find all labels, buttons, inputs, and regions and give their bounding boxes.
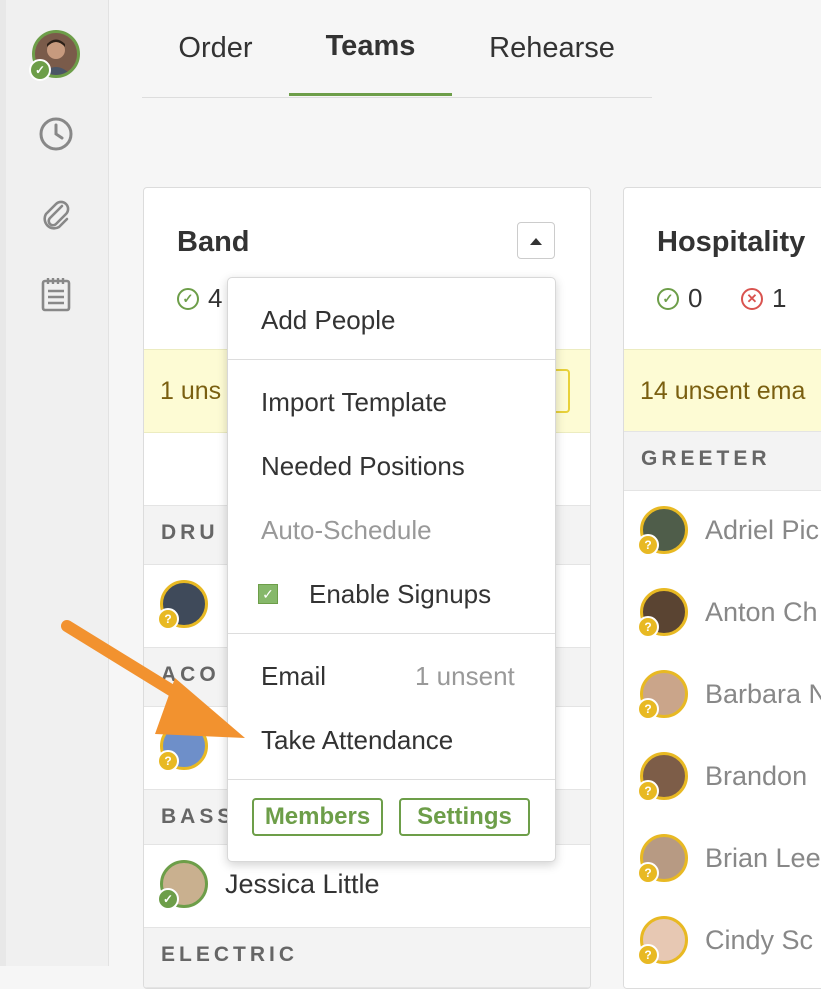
member-name: Brandon: [705, 761, 808, 791]
hospitality-team-card: Hospitality ✓ 0 ✕ 1 14 unsent ema GREETER …: [623, 187, 821, 989]
annotation-arrow-icon: [61, 620, 245, 738]
section-greeter: GREETER: [624, 431, 821, 491]
member-name: Barbara N: [705, 679, 821, 709]
import-template-menu-item[interactable]: Import Template: [261, 387, 447, 418]
add-people-menu-item[interactable]: Add People: [261, 305, 395, 336]
team-title: Band: [177, 226, 250, 258]
take-attendance-menu-item[interactable]: Take Attendance: [261, 725, 453, 756]
pending-question-icon: ?: [637, 862, 659, 884]
section-electric: ELECTRIC: [144, 927, 590, 988]
enable-signups-menu-item[interactable]: Enable Signups: [309, 579, 491, 610]
list-item[interactable]: ? Brian Lee: [624, 819, 821, 902]
list-item[interactable]: ? Barbara N: [624, 655, 821, 738]
declined-count: ✕ 1: [741, 283, 786, 314]
member-name: Adriel Pic: [705, 515, 820, 545]
member-name: Anton Ch: [705, 597, 818, 627]
notes-icon[interactable]: [38, 276, 74, 312]
team-title: Hospitality: [657, 226, 806, 258]
team-menu-toggle[interactable]: [517, 222, 555, 259]
tab-rehearse[interactable]: Rehearse: [452, 0, 652, 96]
unsent-email-banner: 14 unsent ema: [624, 349, 821, 433]
list-item[interactable]: ? Anton Ch: [624, 573, 821, 656]
auto-schedule-menu-item[interactable]: Auto-Schedule: [261, 515, 432, 546]
confirmed-count: ✓ 0: [657, 283, 702, 314]
menu-divider: [228, 359, 555, 360]
paperclip-icon[interactable]: [38, 196, 74, 232]
tab-order[interactable]: Order: [142, 0, 289, 96]
member-name: Jessica Little: [225, 869, 380, 899]
user-avatar[interactable]: ✓: [29, 30, 80, 81]
settings-button[interactable]: Settings: [399, 798, 530, 836]
pending-question-icon: ?: [637, 534, 659, 556]
left-sidebar: ✓: [6, 0, 109, 966]
enable-signups-checkbox[interactable]: ✓: [258, 584, 278, 604]
caret-up-icon: [530, 237, 542, 245]
list-item[interactable]: ? Brandon: [624, 737, 821, 820]
member-name: Cindy Sc: [705, 925, 814, 955]
list-item[interactable]: ? Cindy Sc: [624, 901, 821, 988]
email-unsent-status: 1 unsent: [415, 661, 515, 691]
menu-divider: [228, 779, 555, 780]
team-actions-menu: Add People Import Template Needed Positi…: [227, 277, 556, 862]
members-button[interactable]: Members: [252, 798, 383, 836]
tab-teams[interactable]: Teams: [289, 0, 452, 96]
clock-icon[interactable]: [38, 116, 74, 152]
needed-positions-menu-item[interactable]: Needed Positions: [261, 451, 465, 482]
list-item[interactable]: ? Adriel Pic: [624, 491, 821, 574]
pending-question-icon: ?: [637, 616, 659, 638]
menu-divider: [228, 633, 555, 634]
check-circle-icon: ✓: [177, 287, 199, 310]
plan-tabs: Order Teams Rehearse: [142, 0, 652, 98]
confirmed-count: ✓ 4: [177, 283, 222, 314]
member-name: Brian Lee: [705, 843, 821, 873]
pending-question-icon: ?: [637, 780, 659, 802]
check-circle-icon: ✓: [657, 287, 679, 310]
confirmed-check-icon: ✓: [157, 888, 179, 910]
x-circle-icon: ✕: [741, 287, 763, 310]
pending-question-icon: ?: [637, 698, 659, 720]
email-menu-item[interactable]: Email: [261, 661, 326, 692]
pending-question-icon: ?: [637, 944, 659, 966]
confirmed-check-icon: ✓: [29, 59, 51, 81]
